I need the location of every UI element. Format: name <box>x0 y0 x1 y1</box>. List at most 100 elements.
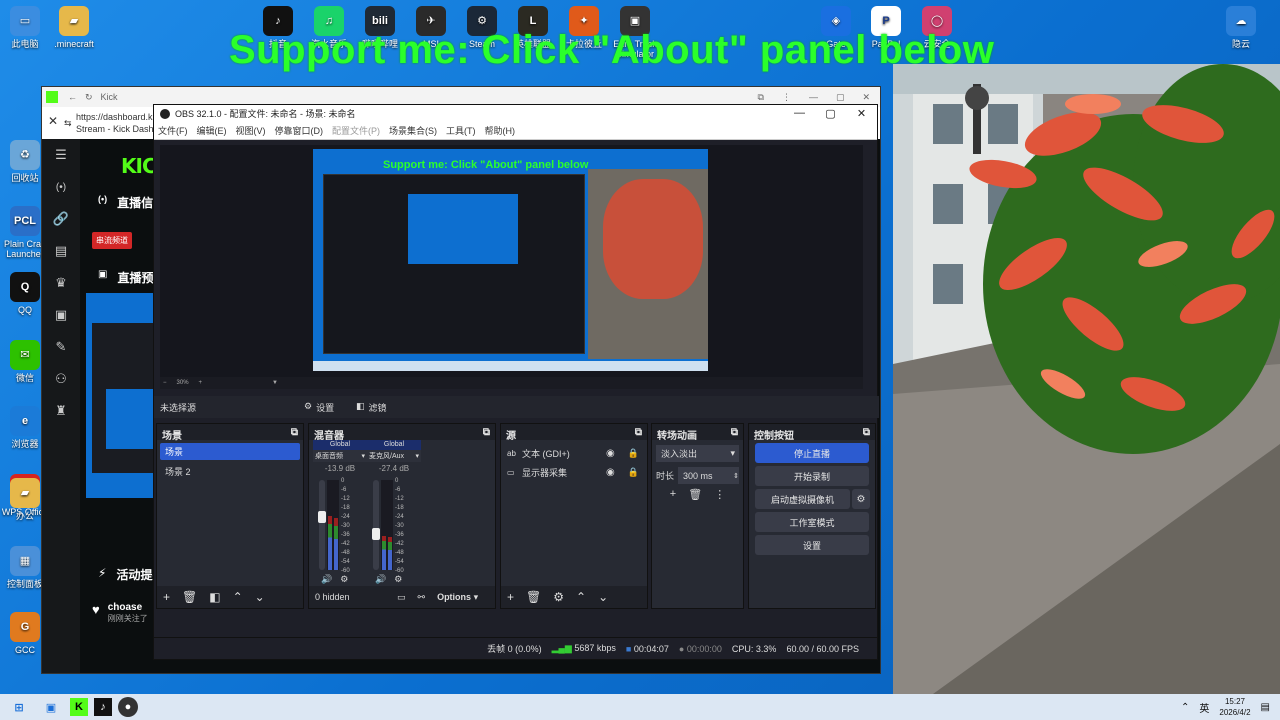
tab-close-icon[interactable]: ✕ <box>48 115 58 127</box>
menu-item[interactable]: 工具(T) <box>446 124 476 137</box>
move-down-icon[interactable]: ⌄ <box>255 590 265 604</box>
remove-scene-icon[interactable]: 🗑 <box>182 590 197 604</box>
site-info-icon[interactable]: ⇆ <box>64 117 72 129</box>
scene-item[interactable]: 场景 2 <box>160 463 300 480</box>
zoom-out-icon[interactable]: − <box>163 380 167 386</box>
extensions-icon[interactable]: ⧉ <box>758 92 764 103</box>
slider-knob[interactable] <box>318 511 326 524</box>
virtual-camera-settings-icon[interactable]: ⚙ <box>852 489 870 509</box>
move-up-icon[interactable]: ⌃ <box>576 590 586 604</box>
start-recording-button[interactable]: 开始录制 <box>755 466 869 486</box>
speaker-icon[interactable]: 🔊 <box>321 574 332 585</box>
menu-item[interactable]: 配置文件(P) <box>332 124 380 137</box>
language-indicator[interactable]: 英 <box>1199 700 1209 715</box>
settings-button[interactable]: 设置 <box>755 535 869 555</box>
channel-name[interactable]: 桌面音频 ▾ <box>313 450 367 462</box>
users-icon[interactable]: ⚇ <box>42 363 80 395</box>
channel-settings-icon[interactable]: ⚙ <box>394 574 402 585</box>
dock-undock-icon[interactable]: ⧉ <box>635 427 642 438</box>
source-item[interactable]: ▭ 显示器采集 ◉ 🔒 <box>501 463 647 482</box>
hidden-count[interactable]: 0 hidden <box>315 592 385 602</box>
channel-settings-icon[interactable]: ⚙ <box>340 574 348 585</box>
broadcast-icon[interactable]: (•) <box>42 171 80 203</box>
eye-icon[interactable]: ◉ <box>606 467 615 478</box>
start-icon[interactable]: ⊞ <box>6 696 32 718</box>
duration-input[interactable]: 300 ms ⇕ <box>678 467 739 484</box>
menu-item[interactable]: 文件(F) <box>158 124 188 137</box>
lock-icon[interactable]: 🔒 <box>628 467 639 478</box>
add-source-icon[interactable]: + <box>507 590 514 604</box>
zoom-in-icon[interactable]: + <box>199 380 203 386</box>
tray-expand-icon[interactable]: ⌃ <box>1181 702 1189 713</box>
stream-preview-thumb <box>86 293 156 498</box>
remove-transition-icon[interactable]: 🗑 <box>688 488 702 501</box>
mixer-options-button[interactable]: Options ▾ <box>437 592 478 603</box>
menu-icon[interactable]: ☰ <box>42 139 80 171</box>
transition-select[interactable]: 淡入淡出 ▾ <box>656 445 739 462</box>
taskbar-tiktok-icon[interactable]: ♪ <box>94 698 112 716</box>
dock-undock-icon[interactable]: ⧉ <box>483 427 490 438</box>
close-icon[interactable]: ✕ <box>862 92 870 103</box>
source-item[interactable]: ab 文本 (GDI+) ◉ 🔒 <box>501 444 647 463</box>
refresh-icon[interactable]: ↻ <box>85 92 93 103</box>
wrench-icon[interactable]: ✎ <box>42 331 80 363</box>
obs-maximize-icon[interactable]: ▢ <box>815 107 846 120</box>
menu-item[interactable]: 停靠窗口(D) <box>275 124 324 137</box>
scenes-title: 场景 <box>162 431 182 442</box>
follower-name[interactable]: choase <box>108 602 148 613</box>
taskbar-kick-icon[interactable]: K <box>70 698 88 716</box>
add-scene-icon[interactable]: + <box>163 590 170 604</box>
slider-knob[interactable] <box>372 528 380 541</box>
obs-minimize-icon[interactable]: — <box>784 107 815 120</box>
lock-icon[interactable]: 🔒 <box>628 448 639 459</box>
chevron-down-icon: ▾ <box>415 453 419 460</box>
source-props-icon[interactable]: ⚙ <box>553 590 564 604</box>
preview-mode-dropdown[interactable]: ▼ <box>272 380 278 386</box>
menu-dots-icon[interactable]: ⋮ <box>782 92 791 103</box>
source-settings-button[interactable]: ⚙ 设置 <box>304 401 350 414</box>
app-icon: ☁ <box>1226 6 1256 36</box>
clock[interactable]: 15:27 2026/4/2 <box>1219 696 1250 718</box>
back-icon[interactable]: ← <box>68 92 77 102</box>
scene-filter-icon[interactable]: ◧ <box>209 590 220 604</box>
taskbar-desktop-icon[interactable]: ▣ <box>38 696 64 718</box>
menu-item[interactable]: 视图(V) <box>236 124 266 137</box>
move-up-icon[interactable]: ⌃ <box>233 590 243 604</box>
analytics-icon[interactable]: ▤ <box>42 235 80 267</box>
scene-item[interactable]: 场景 <box>160 443 300 460</box>
move-down-icon[interactable]: ⌄ <box>598 590 608 604</box>
remove-source-icon[interactable]: 🗑 <box>526 590 541 604</box>
dock-undock-icon[interactable]: ⧉ <box>291 427 298 438</box>
desktop-icon[interactable]: ☁ 隐云 <box>1213 6 1269 49</box>
dock-undock-icon[interactable]: ⧉ <box>863 427 870 438</box>
rec-time: ● 00:00:00 <box>678 643 722 654</box>
notification-icon[interactable]: ▤ <box>1261 702 1270 713</box>
volume-slider[interactable] <box>318 480 326 570</box>
mixer-layout-icon[interactable]: ▭ <box>397 592 406 603</box>
mixer-link-icon[interactable]: ⚯ <box>418 592 426 603</box>
virtual-camera-button[interactable]: 启动虚拟摄像机 <box>755 489 850 509</box>
media-icon[interactable]: ▣ <box>42 299 80 331</box>
add-transition-icon[interactable]: + <box>670 488 676 501</box>
maximize-icon[interactable]: ▢ <box>836 92 845 103</box>
dock-undock-icon[interactable]: ⧉ <box>731 427 738 438</box>
studio-mode-button[interactable]: 工作室模式 <box>755 512 869 532</box>
menu-item[interactable]: 帮助(H) <box>485 124 516 137</box>
source-filters-button[interactable]: ◧ 滤镜 <box>356 401 387 414</box>
menu-item[interactable]: 编辑(E) <box>197 124 227 137</box>
obs-close-icon[interactable]: ✕ <box>846 107 877 120</box>
minimize-icon[interactable]: — <box>809 92 818 103</box>
eye-icon[interactable]: ◉ <box>606 448 615 459</box>
transition-more-icon[interactable]: ⋮ <box>714 488 725 501</box>
menu-item[interactable]: 场景集合(S) <box>389 124 437 137</box>
channel-name[interactable]: 麦克风/Aux ▾ <box>367 450 421 462</box>
db-tick: -30 <box>341 523 350 529</box>
trophy-icon[interactable]: ♛ <box>42 267 80 299</box>
speaker-icon[interactable]: 🔊 <box>375 574 386 585</box>
taskbar-obs-icon[interactable]: ● <box>118 697 138 717</box>
volume-slider[interactable] <box>372 480 380 570</box>
moderation-icon[interactable]: ♜ <box>42 395 80 427</box>
stop-streaming-button[interactable]: 停止直播 <box>755 443 869 463</box>
link-icon[interactable]: 🔗 <box>42 203 80 235</box>
desktop-icon[interactable]: ▰ .minecraft <box>46 6 102 49</box>
